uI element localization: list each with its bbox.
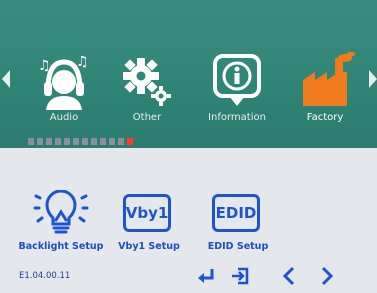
page-indicator-segment <box>127 138 133 145</box>
factory-icon <box>303 52 355 106</box>
category-label: Information <box>208 112 266 123</box>
lightbulb-icon <box>33 190 89 234</box>
category-label: Factory <box>306 112 344 123</box>
scroll-left-arrow-icon[interactable] <box>2 70 10 88</box>
page-indicator-segment <box>109 138 115 145</box>
osd-menu: ♫ ♫ Audio Other Information Factory Back… <box>0 0 377 293</box>
page-indicator-segment <box>64 138 70 145</box>
page-indicator-segment <box>91 138 97 145</box>
page-indicator-segment <box>37 138 43 145</box>
edid-setup-button[interactable]: EDID EDID Setup <box>193 190 283 254</box>
category-label: Other <box>132 112 162 123</box>
page-indicator-segment <box>118 138 124 145</box>
page-indicator-segment <box>73 138 79 145</box>
exit-button[interactable] <box>230 266 250 286</box>
category-factory[interactable]: Factory <box>287 52 363 134</box>
category-information[interactable]: Information <box>199 52 275 134</box>
page-indicator <box>28 138 140 145</box>
page-indicator-segment <box>82 138 88 145</box>
chevron-left-icon <box>282 266 295 286</box>
headset-person-icon: ♫ ♫ <box>38 54 89 110</box>
backlight-setup-button[interactable]: Backlight Setup <box>16 190 106 254</box>
edid-icon: EDID <box>212 194 260 232</box>
tile-label: Vby1 Setup <box>118 241 180 252</box>
enter-icon <box>198 269 214 283</box>
tile-label: EDID Setup <box>207 241 269 252</box>
previous-button[interactable] <box>281 266 297 286</box>
category-bar: ♫ ♫ Audio Other Information Factory <box>0 0 377 148</box>
vby1-icon: Vby1 <box>123 194 171 232</box>
category-label: Audio <box>49 112 79 123</box>
gears-icon <box>123 58 171 106</box>
enter-button[interactable] <box>196 266 216 286</box>
info-icon <box>213 54 261 106</box>
category-other[interactable]: Other <box>109 52 185 134</box>
page-indicator-segment <box>55 138 61 145</box>
category-audio[interactable]: ♫ ♫ Audio <box>26 52 102 134</box>
next-button[interactable] <box>319 266 335 286</box>
chevron-right-icon <box>321 266 334 286</box>
page-indicator-segment <box>46 138 52 145</box>
tile-label: Backlight Setup <box>18 241 104 252</box>
exit-icon <box>232 267 249 285</box>
vby1-setup-button[interactable]: Vby1 Vby1 Setup <box>104 190 194 254</box>
scroll-right-arrow-icon[interactable] <box>369 70 377 88</box>
firmware-version: E1.04.00.11 <box>19 271 71 281</box>
page-indicator-segment <box>28 138 34 145</box>
page-indicator-segment <box>100 138 106 145</box>
